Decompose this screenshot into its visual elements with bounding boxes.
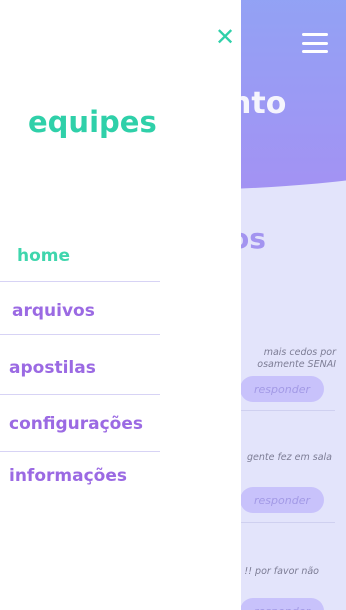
brand-title: equipes [28,105,157,139]
nav-divider [0,394,160,395]
nav-divider [0,334,160,335]
divider [235,522,335,523]
hamburger-menu-icon[interactable] [302,33,328,53]
nav-item-home[interactable]: home [17,246,177,266]
nav-divider [0,451,160,452]
close-icon[interactable]: ✕ [212,23,238,51]
nav-item-informacoes[interactable]: informações [9,466,169,486]
reply-button[interactable]: responder [240,487,324,513]
reply-button[interactable]: responder [240,376,324,402]
nav-drawer: ✕ equipes home arquivos apostilas config… [0,0,241,610]
nav-item-arquivos[interactable]: arquivos [12,301,172,321]
nav-item-configuracoes[interactable]: configurações [9,414,169,434]
divider [235,410,335,411]
nav-item-apostilas[interactable]: apostilas [9,358,169,378]
reply-button[interactable]: responder [240,598,324,610]
nav-divider [0,281,160,282]
